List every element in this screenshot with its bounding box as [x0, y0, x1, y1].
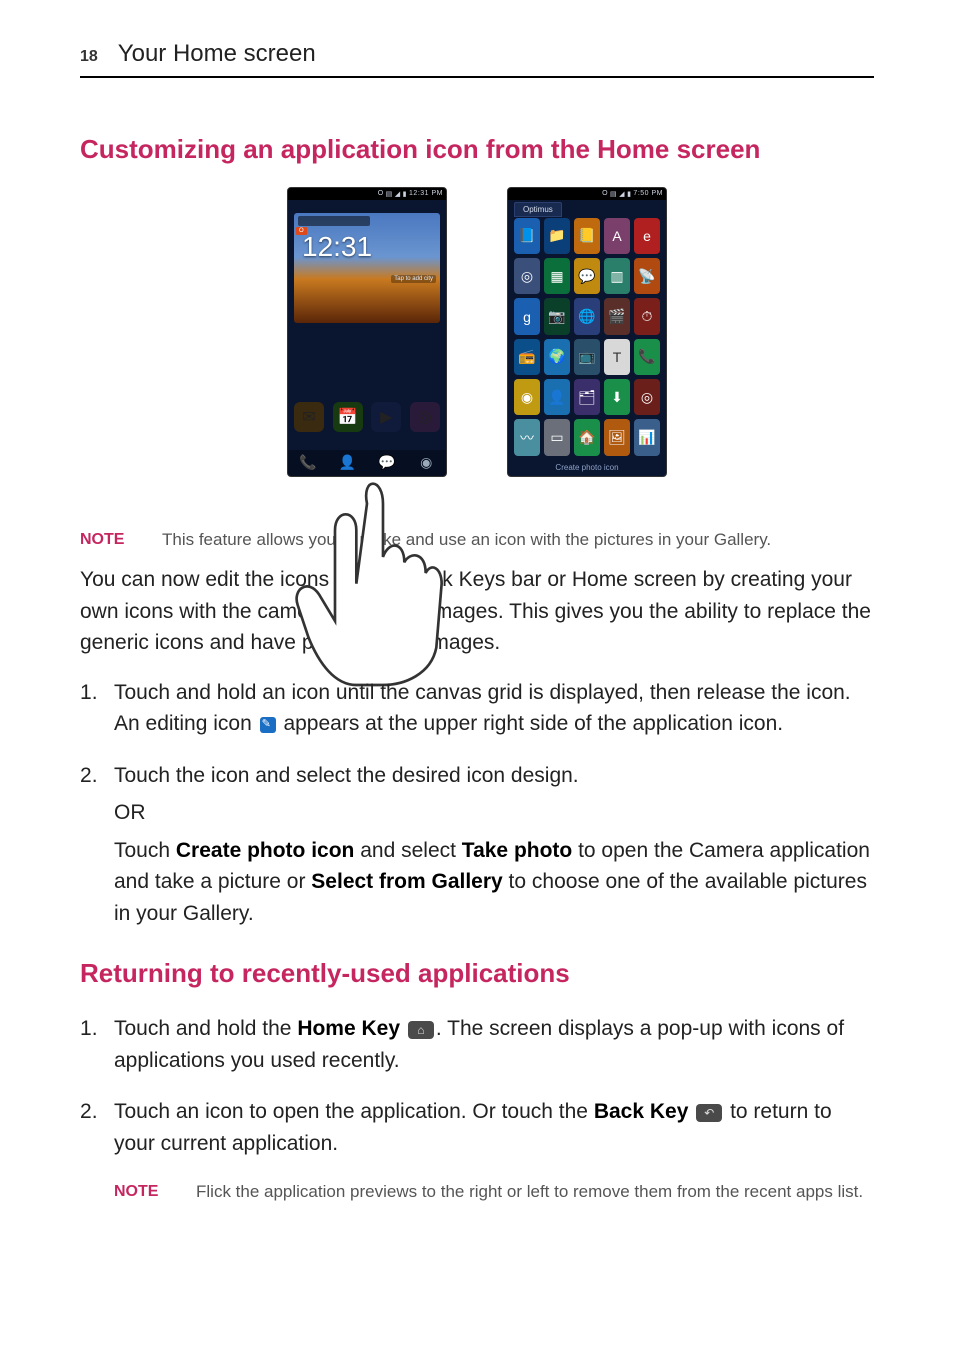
status-prefix: O [378, 190, 384, 197]
grid-icon: 📞 [634, 339, 660, 375]
step-2-alternative: Touch Create photo icon and select Take … [114, 835, 874, 930]
create-photo-icon-label: Create photo icon [176, 839, 355, 862]
take-photo-label: Take photo [462, 839, 572, 862]
page-title: Your Home screen [118, 40, 316, 68]
grid-icon: ▦ [544, 258, 570, 294]
grid-icon: e [634, 218, 660, 254]
grid-icon: 👤 [544, 379, 570, 415]
status-bar: O ▤ ◢ ▮ 12:31 PM [288, 188, 446, 200]
grid-icon: 📡 [634, 258, 660, 294]
t: Touch [114, 839, 176, 862]
figure-home-screen: O ▤ ◢ ▮ 12:31 PM O 12:31 Tap to add city… [287, 187, 447, 477]
figure-row: O ▤ ◢ ▮ 12:31 PM O 12:31 Tap to add city… [80, 187, 874, 497]
grid-icon: ▭ [544, 419, 570, 455]
dock-icon-2: 📅 [333, 402, 363, 432]
figure-icon-chooser: O ▤ ◢ ▮ 7:50 PM Optimus 📘 📁 📒 A e ◎ ▦ 💬 … [507, 187, 667, 477]
grid-icon: 🗂 [574, 379, 600, 415]
nav-bar: 📞 👤 💬 ◉ [288, 450, 446, 476]
t: Touch and hold the [114, 1017, 297, 1040]
dock-icon-4: ◎ [410, 402, 440, 432]
step-b2: Touch an icon to open the application. O… [80, 1096, 874, 1159]
wifi-icon: ▤ [610, 190, 617, 198]
steps-returning: Touch and hold the Home Key ⌂. The scree… [80, 1013, 874, 1159]
edit-icon [260, 717, 276, 733]
note-flick: NOTE Flick the application previews to t… [80, 1179, 874, 1205]
back-key-label: Back Key [594, 1100, 689, 1123]
t: and select [354, 839, 461, 862]
note-label: NOTE [114, 1179, 176, 1205]
date-strip [298, 216, 370, 226]
note-feature: NOTE This feature allows you to make and… [80, 527, 874, 553]
contacts-icon: 👤 [336, 452, 358, 474]
section-heading-returning: Returning to recently-used applications [80, 957, 874, 991]
battery-icon: ▮ [403, 190, 407, 198]
icon-grid: 📘 📁 📒 A e ◎ ▦ 💬 ▥ 📡 g 📷 🌐 🎬 ⏱ 📻 🌍 📺 T 📞 … [514, 218, 660, 456]
footer-label: Create photo icon [508, 463, 666, 472]
grid-icon: A [604, 218, 630, 254]
step-1-text-b: appears at the upper right side of the a… [278, 712, 784, 735]
status-bar: O ▤ ◢ ▮ 7:50 PM [508, 188, 666, 200]
grid-icon: 📁 [544, 218, 570, 254]
grid-icon: ◎ [634, 379, 660, 415]
grid-icon: 📘 [514, 218, 540, 254]
grid-icon: 🏠 [574, 419, 600, 455]
step-b1: Touch and hold the Home Key ⌂. The scree… [80, 1013, 874, 1076]
grid-icon: ⏱ [634, 298, 660, 334]
grid-icon: 🌍 [544, 339, 570, 375]
hand-gesture-icon [287, 477, 447, 690]
signal-icon: ◢ [395, 190, 401, 198]
signal-icon: ◢ [619, 190, 625, 198]
step-2-text: Touch the icon and select the desired ic… [114, 764, 579, 787]
t: Touch an icon to open the application. O… [114, 1100, 594, 1123]
city-hint: Tap to add city [391, 275, 436, 283]
grid-icon: ▥ [604, 258, 630, 294]
battery-icon: ▮ [627, 190, 631, 198]
grid-icon: ◉ [514, 379, 540, 415]
status-time: 12:31 PM [409, 190, 443, 197]
note-text: This feature allows you to make and use … [162, 527, 874, 553]
home-key-icon: ⌂ [408, 1021, 434, 1039]
header-rule [80, 76, 874, 78]
wifi-icon: ▤ [386, 190, 393, 198]
apps-icon: ◉ [415, 452, 437, 474]
clock-time: 12:31 [302, 231, 372, 263]
dock-icon-3: ▶ [371, 402, 401, 432]
grid-icon: g [514, 298, 540, 334]
grid-icon: 📺 [574, 339, 600, 375]
steps-customize: Touch and hold an icon until the canvas … [80, 677, 874, 930]
grid-icon: 🎬 [604, 298, 630, 334]
intro-paragraph: You can now edit the icons on the Quick … [80, 564, 874, 659]
clock-widget: O 12:31 Tap to add city [294, 213, 440, 323]
or-line: OR [114, 797, 874, 829]
dock-row: ✉ 📅 ▶ ◎ [294, 402, 440, 446]
grid-icon: 💬 [574, 258, 600, 294]
dock-icon-1: ✉ [294, 402, 324, 432]
status-prefix: O [602, 190, 608, 197]
grid-icon: 📻 [514, 339, 540, 375]
step-1: Touch and hold an icon until the canvas … [80, 677, 874, 740]
grid-icon: 🖼 [604, 419, 630, 455]
grid-icon: 🌐 [574, 298, 600, 334]
folder-label: Optimus [514, 202, 562, 217]
messaging-icon: 💬 [376, 452, 398, 474]
back-key-icon: ↶ [696, 1104, 722, 1122]
grid-icon: ⬇ [604, 379, 630, 415]
select-from-gallery-label: Select from Gallery [311, 870, 502, 893]
step-2: Touch the icon and select the desired ic… [80, 760, 874, 930]
note-text: Flick the application previews to the ri… [196, 1179, 874, 1205]
grid-icon: 📷 [544, 298, 570, 334]
note-label: NOTE [80, 527, 142, 553]
page-header: 18 Your Home screen [80, 40, 874, 68]
section-heading-customizing: Customizing an application icon from the… [80, 133, 874, 167]
home-key-label: Home Key [297, 1017, 400, 1040]
grid-icon: 〰 [514, 419, 540, 455]
grid-icon: T [604, 339, 630, 375]
grid-icon: ◎ [514, 258, 540, 294]
page-number: 18 [80, 48, 98, 66]
grid-icon: 📊 [634, 419, 660, 455]
status-time: 7:50 PM [633, 190, 663, 197]
phone-icon: 📞 [297, 452, 319, 474]
grid-icon: 📒 [574, 218, 600, 254]
